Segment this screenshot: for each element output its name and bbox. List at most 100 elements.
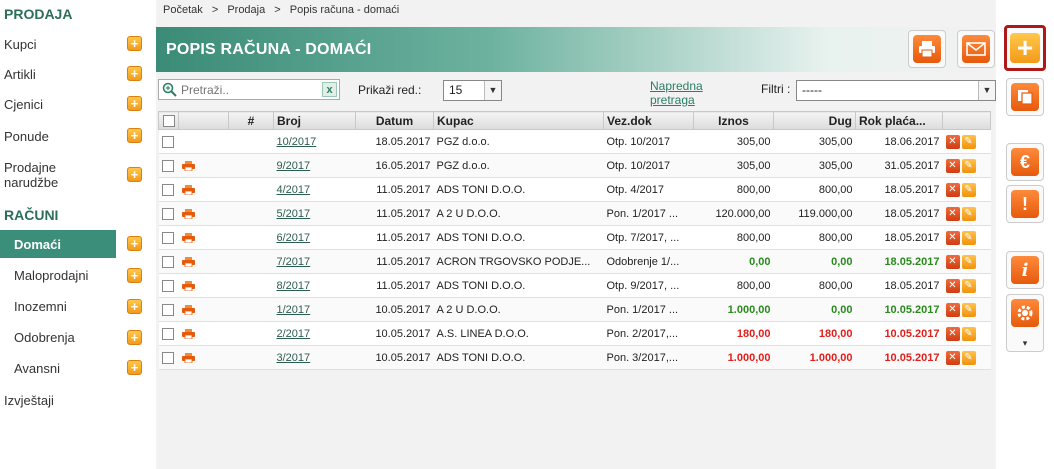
header-hash[interactable]: # — [228, 111, 274, 130]
delete-icon[interactable]: ✕ — [945, 302, 960, 317]
row-checkbox[interactable] — [161, 231, 174, 244]
delete-icon[interactable]: ✕ — [945, 206, 960, 221]
row-checkbox[interactable] — [161, 255, 174, 268]
invoice-number-link[interactable]: 1/2017 — [277, 304, 311, 316]
sidebar-item-domaci[interactable]: Domaći — [0, 230, 116, 258]
printer-icon[interactable] — [181, 184, 195, 195]
sidebar-item-izvjestaji[interactable]: Izvještaji — [0, 392, 146, 408]
row-broj[interactable]: 4/2017 — [273, 177, 356, 202]
sidebar-item-avansni[interactable]: Avansni — [0, 360, 146, 376]
row-broj[interactable]: 3/2017 — [273, 345, 356, 370]
printer-icon[interactable] — [181, 304, 195, 315]
invoice-number-link[interactable]: 7/2017 — [277, 256, 311, 268]
sidebar-item-maloprodajni[interactable]: Maloprodajni — [0, 267, 146, 283]
printer-icon[interactable] — [181, 328, 195, 339]
delete-icon[interactable]: ✕ — [945, 158, 960, 173]
row-checkbox[interactable] — [161, 207, 174, 220]
payment-button[interactable]: € — [1006, 143, 1044, 181]
sidebar-item-odobrenja[interactable]: Odobrenja — [0, 329, 146, 345]
edit-icon[interactable]: ✎ — [961, 206, 976, 221]
edit-icon[interactable]: ✎ — [961, 326, 976, 341]
warning-button[interactable]: ! — [1006, 185, 1044, 223]
printer-icon[interactable] — [181, 352, 195, 363]
table-row[interactable]: 1/2017 10.05.2017 A 2 U D.O.O. Pon. 1/2017 … — [158, 297, 991, 322]
delete-icon[interactable]: ✕ — [945, 230, 960, 245]
filter-select[interactable]: ----- ▼ — [796, 80, 996, 101]
invoice-number-link[interactable]: 2/2017 — [277, 328, 311, 340]
email-button[interactable] — [957, 30, 995, 68]
row-checkbox[interactable] — [161, 279, 174, 292]
sidebar-item-kupci[interactable]: Kupci — [0, 36, 146, 52]
select-all-checkbox[interactable] — [162, 115, 175, 128]
sidebar-item-prodajne-narudzbe[interactable]: Prodajne narudžbe — [0, 159, 146, 191]
row-broj[interactable]: 8/2017 — [273, 273, 356, 298]
edit-icon[interactable]: ✎ — [961, 254, 976, 269]
row-checkbox[interactable] — [161, 135, 174, 148]
add-inozemni-button[interactable]: + — [127, 299, 142, 314]
print-button[interactable] — [908, 30, 946, 68]
table-row[interactable]: 6/2017 11.05.2017 ADS TONI D.O.O. Otp. 7/20… — [158, 225, 991, 250]
delete-icon[interactable]: ✕ — [945, 254, 960, 269]
copy-button[interactable] — [1006, 78, 1044, 116]
chevron-down-icon[interactable]: ▾ — [1007, 338, 1043, 349]
delete-icon[interactable]: ✕ — [945, 350, 960, 365]
rows-select[interactable]: 15 ▼ — [443, 80, 502, 101]
table-row[interactable]: 8/2017 11.05.2017 ADS TONI D.O.O. Otp. 9/20… — [158, 273, 991, 298]
add-invoice-button[interactable]: + — [1004, 25, 1046, 71]
delete-icon[interactable]: ✕ — [945, 278, 960, 293]
advanced-search-link[interactable]: Napredna pretraga — [650, 79, 703, 107]
edit-icon[interactable]: ✎ — [961, 350, 976, 365]
header-vezdok[interactable]: Vez.dok — [603, 111, 694, 130]
sidebar-item-ponude[interactable]: Ponude — [0, 128, 146, 144]
invoice-number-link[interactable]: 5/2017 — [277, 208, 311, 220]
table-row[interactable]: 7/2017 11.05.2017 ACRON TRGOVSKO PODJE... O… — [158, 249, 991, 274]
add-artikli-button[interactable]: + — [127, 66, 142, 81]
add-maloprodajni-button[interactable]: + — [127, 268, 142, 283]
clear-search-button[interactable]: x — [322, 82, 337, 97]
printer-icon[interactable] — [181, 256, 195, 267]
row-broj[interactable]: 10/2017 — [273, 129, 356, 154]
row-broj[interactable]: 1/2017 — [273, 297, 356, 322]
breadcrumb-home[interactable]: Početak — [163, 4, 203, 16]
row-broj[interactable]: 2/2017 — [273, 321, 356, 346]
printer-icon[interactable] — [181, 232, 195, 243]
table-row[interactable]: 2/2017 10.05.2017 A.S. LINEA D.O.O. Pon. 2/… — [158, 321, 991, 346]
table-row[interactable]: 4/2017 11.05.2017 ADS TONI D.O.O. Otp. 4/20… — [158, 177, 991, 202]
header-rok[interactable]: Rok plaća... — [855, 111, 943, 130]
edit-icon[interactable]: ✎ — [961, 230, 976, 245]
info-button[interactable]: i — [1006, 251, 1044, 289]
invoice-number-link[interactable]: 6/2017 — [277, 232, 311, 244]
invoice-number-link[interactable]: 4/2017 — [277, 184, 311, 196]
breadcrumb-prodaja[interactable]: Prodaja — [227, 4, 265, 16]
settings-button[interactable]: ▾ — [1006, 294, 1044, 352]
delete-icon[interactable]: ✕ — [945, 182, 960, 197]
delete-icon[interactable]: ✕ — [945, 326, 960, 341]
row-checkbox[interactable] — [161, 351, 174, 364]
invoice-number-link[interactable]: 9/2017 — [277, 160, 311, 172]
table-row[interactable]: 10/2017 18.05.2017 PGZ d.o.o. Otp. 10/2017 3… — [158, 129, 991, 154]
row-checkbox[interactable] — [161, 303, 174, 316]
edit-icon[interactable]: ✎ — [961, 182, 976, 197]
row-checkbox[interactable] — [161, 159, 174, 172]
header-dug[interactable]: Dug — [773, 111, 856, 130]
edit-icon[interactable]: ✎ — [961, 302, 976, 317]
add-kupci-button[interactable]: + — [127, 36, 142, 51]
table-row[interactable]: 3/2017 10.05.2017 ADS TONI D.O.O. Pon. 3/20… — [158, 345, 991, 370]
table-row[interactable]: 5/2017 11.05.2017 A 2 U D.O.O. Pon. 1/2017 … — [158, 201, 991, 226]
add-avansni-button[interactable]: + — [127, 360, 142, 375]
sidebar-item-cjenici[interactable]: Cjenici — [0, 96, 146, 112]
invoice-number-link[interactable]: 10/2017 — [277, 136, 317, 148]
add-domaci-button[interactable]: + — [127, 236, 142, 251]
add-cjenici-button[interactable]: + — [127, 96, 142, 111]
invoice-number-link[interactable]: 8/2017 — [277, 280, 311, 292]
printer-icon[interactable] — [181, 160, 195, 171]
search-icon[interactable] — [162, 82, 177, 97]
printer-icon[interactable] — [181, 280, 195, 291]
edit-icon[interactable]: ✎ — [961, 158, 976, 173]
header-datum[interactable]: Datum — [355, 111, 434, 130]
row-broj[interactable]: 5/2017 — [273, 201, 356, 226]
add-narudzbe-button[interactable]: + — [127, 167, 142, 182]
row-broj[interactable]: 6/2017 — [273, 225, 356, 250]
header-broj[interactable]: Broj — [273, 111, 356, 130]
header-iznos[interactable]: Iznos — [693, 111, 774, 130]
